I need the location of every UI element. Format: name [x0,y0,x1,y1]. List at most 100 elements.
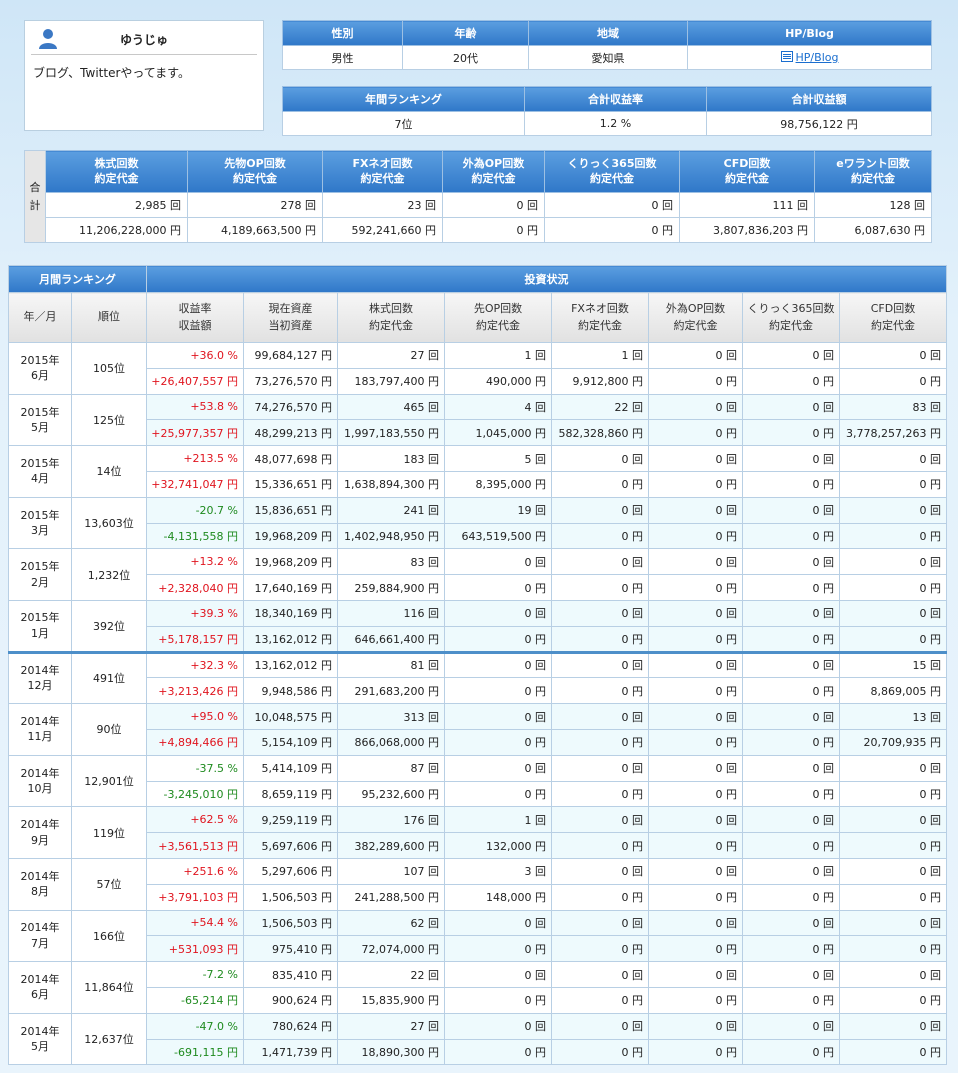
value-cell: 0 回 [742,1012,840,1040]
value-cell: 0 円 [742,935,840,963]
value-cell: 0 円 [551,677,649,705]
value-cell: 643,519,500 円 [444,522,552,550]
return-rate-cell: +13.2 % [146,548,244,576]
value-cell: 0 回 [648,496,743,524]
value-cell: 0 円 [742,574,840,601]
value-cell: 10,048,575 円 [243,703,338,730]
month-row-top: 2015年 4月 14位 +213.5 % 48,077,698 円 183 回5 回0 … [8,445,947,498]
totals-amount: 6,087,630 円 [814,217,932,243]
return-amount-cell: +3,213,426 円 [146,677,244,705]
value-cell: 0 円 [742,883,840,911]
return-rate-cell: -47.0 % [146,1012,244,1040]
value-cell: 0 回 [444,754,552,782]
totals-header: 株式回数 約定代金 [45,150,188,193]
value-cell: 0 円 [648,522,743,550]
value-cell: 0 円 [839,522,947,550]
value-cell: 0 回 [551,650,649,679]
value-cell: 0 回 [444,548,552,576]
month-row-top: 2014年 12月 491位 +32.3 % 13,162,012 円 81 回0 回0 … [8,650,947,705]
value-cell: 0 円 [839,832,947,859]
investment-status-title: 投資状況 [146,265,947,293]
value-cell: 0 回 [648,857,743,885]
value-cell: 0 円 [742,367,840,395]
return-rate-cell: +213.5 % [146,445,244,472]
value-cell: 0 回 [648,548,743,576]
annual-ranking-table: 年間ランキング 合計収益率 合計収益額 7位 1.2 % 98,756,122 … [282,86,932,136]
return-amount-cell: +32,741,047 円 [146,470,244,498]
monthly-rank-cell: 13,603位 [71,496,147,550]
value-cell: 8,869,005 円 [839,677,947,705]
value-cell: 5 回 [444,445,552,472]
value-cell: 780,624 円 [243,1012,338,1040]
month-row-bottom: -3,245,010 円 8,659,119 円 95,232,600 円0 円0 … [9,780,947,808]
value-cell: 0 円 [551,935,649,963]
value-cell: 15,835,900 円 [337,986,445,1014]
monthly-rank-cell: 12,901位 [71,754,147,808]
month-row-top: 2014年 5月 12,637位 -47.0 % 780,624 円 27 回0 回0 回… [8,1012,947,1066]
value-cell: 1 回 [444,342,552,369]
month-row-top: 2015年 6月 105位 +36.0 % 99,684,127 円 27 回1 回1 回… [8,342,947,395]
annual-rank-value: 7位 [282,111,525,136]
value-cell: 0 円 [551,780,649,808]
value-cell: 5,414,109 円 [243,754,338,782]
totals-header: CFD回数 約定代金 [679,150,815,193]
return-rate-cell: -7.2 % [146,961,244,988]
value-cell: 241 回 [337,496,445,524]
value-cell: 18,890,300 円 [337,1038,445,1066]
value-cell: 0 回 [444,909,552,937]
gender-value: 男性 [282,45,403,70]
value-cell: 0 回 [839,599,947,627]
value-cell: 259,884,900 円 [337,574,445,601]
value-cell: 0 円 [839,1038,947,1066]
column-header: 年／月 [8,292,72,343]
value-cell: 0 円 [648,728,743,756]
column-header: FXネオ回数 約定代金 [551,292,649,343]
blog-link[interactable]: HP/Blog [796,51,839,64]
totals-count: 278 回 [187,192,323,218]
value-cell: 3 回 [444,857,552,885]
value-cell: 1,045,000 円 [444,419,552,447]
value-cell: 0 円 [444,1038,552,1066]
month-row-top: 2014年 8月 57位 +251.6 % 5,297,606 円 107 回3 回0 回… [8,857,947,911]
return-amount-cell: +25,977,357 円 [146,419,244,447]
value-cell: 0 円 [742,470,840,498]
value-cell: 18,340,169 円 [243,599,338,627]
return-rate-cell: -20.7 % [146,496,244,524]
column-header: 外為OP回数 約定代金 [648,292,743,343]
return-amount-cell: +4,894,466 円 [146,728,244,756]
value-cell: 0 回 [839,806,947,834]
value-cell: 17,640,169 円 [243,574,338,601]
value-cell: 8,395,000 円 [444,470,552,498]
year-month-cell: 2015年 3月 [8,496,72,550]
value-cell: 0 回 [551,548,649,576]
return-rate-cell: +39.3 % [146,599,244,627]
value-cell: 0 回 [839,909,947,937]
profile-card: ゆうじゅ ブログ、Twitterやってます。 [24,20,264,131]
total-rate-value: 1.2 % [524,111,707,136]
value-cell: 22 回 [551,393,649,421]
value-cell: 0 円 [742,832,840,859]
annual-rank-header: 年間ランキング [282,86,525,112]
blog-header: HP/Blog [687,20,932,46]
value-cell: 20,709,935 円 [839,728,947,756]
value-cell: 0 円 [444,625,552,653]
monthly-rank-cell: 57位 [71,857,147,911]
value-cell: 19,968,209 円 [243,522,338,550]
value-cell: 132,000 円 [444,832,552,859]
monthly-rank-cell: 125位 [71,393,147,447]
monthly-rank-cell: 392位 [71,599,147,653]
value-cell: 183 回 [337,445,445,472]
value-cell: 107 回 [337,857,445,885]
year-month-cell: 2014年 10月 [8,754,72,808]
year-month-cell: 2015年 2月 [8,548,72,601]
value-cell: 0 円 [648,986,743,1014]
value-cell: 13,162,012 円 [243,625,338,653]
monthly-rank-cell: 105位 [71,342,147,395]
return-amount-cell: -4,131,558 円 [146,522,244,550]
monthly-rank-cell: 1,232位 [71,548,147,601]
year-month-cell: 2015年 5月 [8,393,72,447]
value-cell: 0 回 [839,857,947,885]
totals-count: 0 回 [544,192,680,218]
value-cell: 0 回 [648,650,743,679]
total-rate-header: 合計収益率 [524,86,707,112]
